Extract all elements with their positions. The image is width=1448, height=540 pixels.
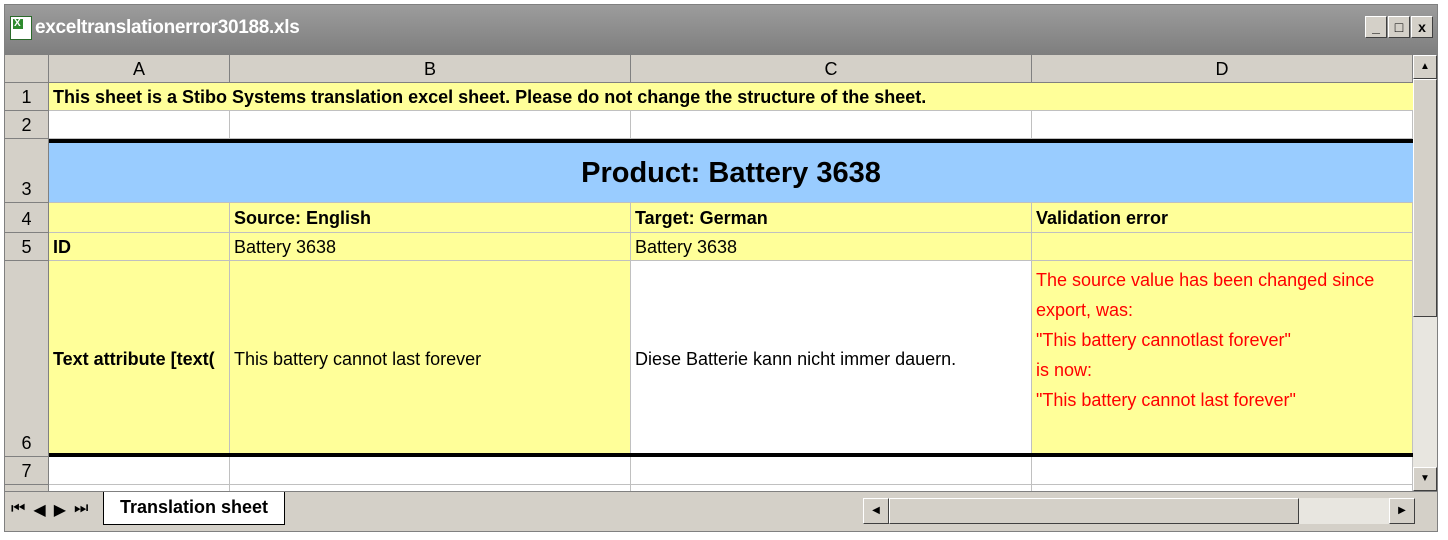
product-header-cell[interactable]: Product: Battery 3638	[49, 143, 1413, 203]
excel-file-icon[interactable]	[10, 16, 32, 40]
horizontal-scroll-thumb[interactable]	[889, 498, 1299, 524]
row-header-2[interactable]: 2	[5, 111, 49, 139]
vertical-scrollbar[interactable]: ▲ ▼	[1413, 55, 1437, 491]
cell-b4-source-header[interactable]: Source: English	[230, 203, 631, 233]
cell-c5-target-id[interactable]: Battery 3638	[631, 233, 1032, 261]
cell-b7[interactable]	[230, 457, 631, 485]
prev-sheet-icon[interactable]: ◀	[33, 500, 45, 520]
error-line: is now:	[1036, 360, 1093, 380]
cell-d5-validation[interactable]	[1032, 233, 1413, 261]
minimize-button[interactable]: _	[1365, 16, 1387, 38]
sheet-tab-translation[interactable]: Translation sheet	[103, 492, 286, 525]
scroll-right-icon[interactable]: ▶	[1389, 498, 1415, 524]
row-number: 1	[21, 87, 32, 107]
row-number: 4	[21, 209, 32, 229]
cell-b5-source-id[interactable]: Battery 3638	[230, 233, 631, 261]
cell-c2[interactable]	[631, 111, 1032, 139]
close-button[interactable]: x	[1411, 16, 1433, 38]
title-bar[interactable]: exceltranslationerror30188.xls _ □ x	[5, 5, 1437, 55]
first-sheet-icon[interactable]: ⏮	[11, 500, 25, 520]
sheet-tab-bar: ⏮ ◀ ▶ ⏭ Translation sheet ◀ ▶	[5, 491, 1437, 531]
cell-d6-validation-error[interactable]: The source value has been changed since …	[1032, 261, 1413, 457]
select-all-corner[interactable]	[5, 55, 49, 83]
row-number: 6	[21, 433, 32, 453]
vertical-scroll-thumb[interactable]	[1413, 79, 1437, 317]
excel-window: exceltranslationerror30188.xls _ □ x A B…	[4, 4, 1438, 532]
row-header-4[interactable]: 4	[5, 203, 49, 233]
window-controls: _ □ x	[1365, 16, 1433, 38]
cell-a7[interactable]	[49, 457, 230, 485]
row-header-3[interactable]: 3	[5, 139, 49, 203]
cell-c4-target-header[interactable]: Target: German	[631, 203, 1032, 233]
cell-c7[interactable]	[631, 457, 1032, 485]
cell-d4-validation-header[interactable]: Validation error	[1032, 203, 1413, 233]
cell-b6-source-text[interactable]: This battery cannot last forever	[230, 261, 631, 457]
cell-a1-notice[interactable]: This sheet is a Stibo Systems translatio…	[49, 83, 1413, 111]
column-header-a[interactable]: A	[49, 55, 230, 83]
row-header-5[interactable]: 5	[5, 233, 49, 261]
error-line: The source value has been changed since	[1036, 270, 1375, 290]
scroll-down-icon[interactable]: ▼	[1413, 467, 1437, 491]
cell-c6-target-text[interactable]: Diese Batterie kann nicht immer dauern.	[631, 261, 1032, 457]
spreadsheet-grid[interactable]: A B C D 1 2 3 4 5 6 7 8 This sheet is a …	[5, 55, 1413, 491]
last-sheet-icon[interactable]: ⏭	[74, 500, 88, 520]
row-header-6[interactable]: 6	[5, 261, 49, 457]
cell-b2[interactable]	[230, 111, 631, 139]
cell-a4[interactable]	[49, 203, 230, 233]
cell-a5-id-label[interactable]: ID	[49, 233, 230, 261]
next-sheet-icon[interactable]: ▶	[54, 500, 66, 520]
row-number: 5	[21, 237, 32, 257]
error-line: "This battery cannot last forever"	[1036, 390, 1296, 410]
cell-d2[interactable]	[1032, 111, 1413, 139]
column-header-d[interactable]: D	[1032, 55, 1413, 83]
scroll-up-icon[interactable]: ▲	[1413, 55, 1437, 79]
column-header-c[interactable]: C	[631, 55, 1032, 83]
row-number: 2	[21, 115, 32, 135]
sheet-nav-buttons: ⏮ ◀ ▶ ⏭	[11, 500, 88, 520]
column-header-b[interactable]: B	[230, 55, 631, 83]
scroll-left-icon[interactable]: ◀	[863, 498, 889, 524]
error-line: "This battery cannotlast forever"	[1036, 330, 1291, 350]
maximize-button[interactable]: □	[1388, 16, 1410, 38]
row-header-1[interactable]: 1	[5, 83, 49, 111]
cell-a6-attribute-label[interactable]: Text attribute [text(	[49, 261, 230, 457]
error-line: export, was:	[1036, 300, 1134, 320]
row-number: 3	[21, 179, 32, 199]
row-number: 7	[21, 461, 32, 481]
horizontal-scrollbar[interactable]: ◀ ▶	[863, 498, 1415, 524]
cell-d7[interactable]	[1032, 457, 1413, 485]
row-header-7[interactable]: 7	[5, 457, 49, 485]
window-title: exceltranslationerror30188.xls	[35, 17, 300, 38]
cell-a2[interactable]	[49, 111, 230, 139]
